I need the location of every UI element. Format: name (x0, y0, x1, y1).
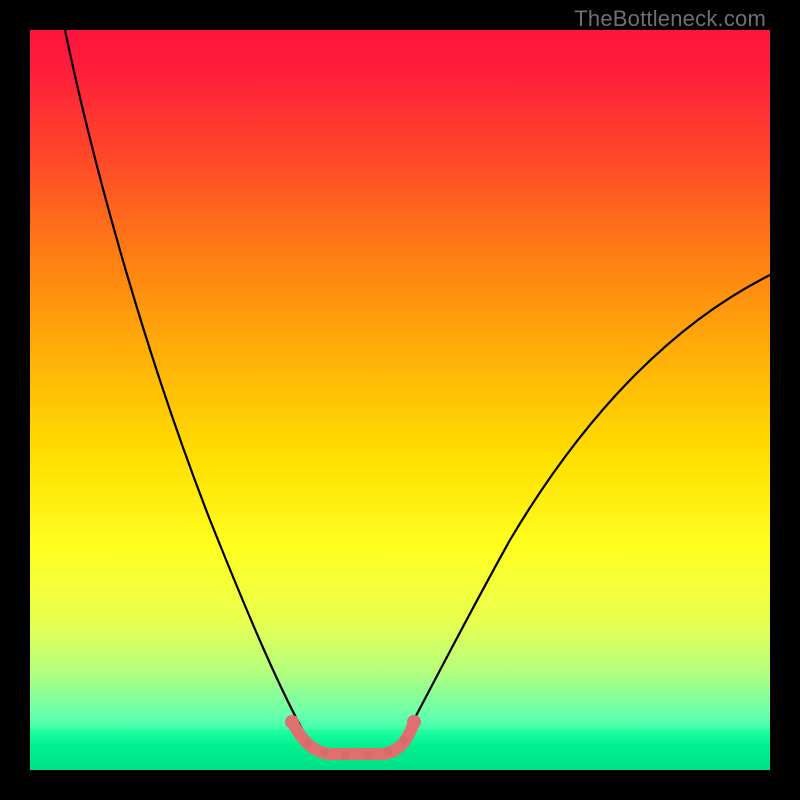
floor-hump-path (292, 722, 414, 754)
hump-bead (384, 747, 393, 756)
hump-bead (304, 739, 313, 748)
hump-bead (364, 751, 373, 760)
attribution-label: TheBottleneck.com (574, 6, 766, 32)
right-curve-path (402, 275, 770, 742)
hump-bead (400, 736, 409, 745)
hump-dot-right (407, 715, 421, 729)
hump-bead (341, 751, 350, 760)
plot-area (30, 30, 770, 770)
left-curve-path (65, 30, 308, 740)
curve-layer (30, 30, 770, 770)
hump-dot-left (285, 715, 299, 729)
chart-frame: TheBottleneck.com (0, 0, 800, 800)
hump-bead (321, 748, 330, 757)
